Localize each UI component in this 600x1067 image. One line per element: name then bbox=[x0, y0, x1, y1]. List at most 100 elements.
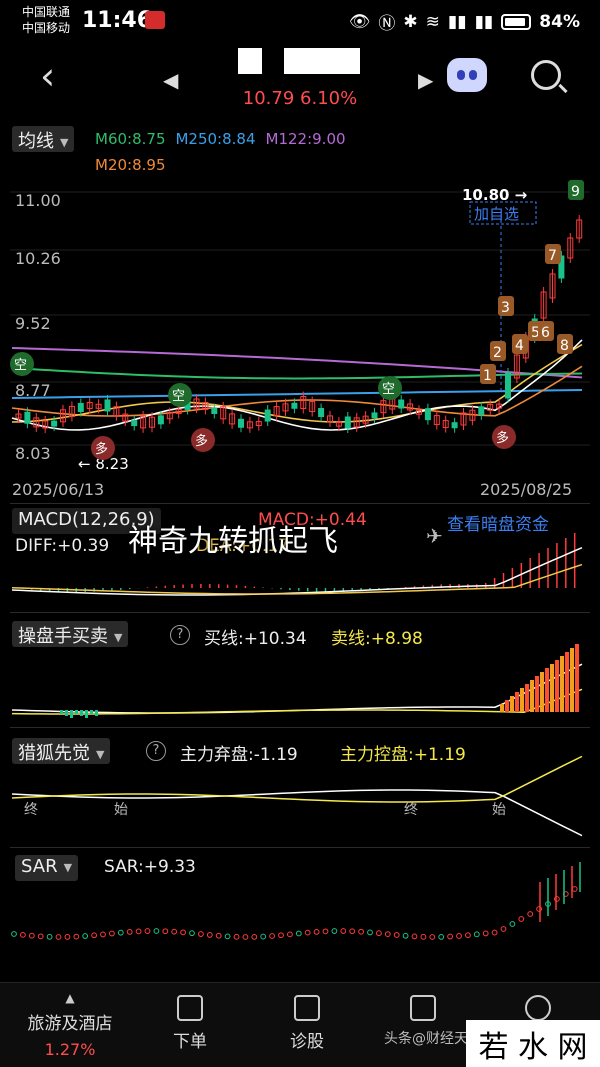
candle-body bbox=[131, 420, 138, 427]
sar-dot bbox=[135, 928, 142, 935]
sar-dot bbox=[500, 926, 507, 932]
long-tag-label: 多 bbox=[95, 441, 108, 457]
sar-dot bbox=[251, 934, 258, 940]
site-logo: 若 水 网 bbox=[466, 1020, 600, 1067]
start-tag: 始 bbox=[114, 802, 128, 818]
sar-dot bbox=[393, 932, 400, 938]
carrier-1: 中国联通 bbox=[22, 5, 71, 19]
count-label: 9 bbox=[571, 184, 580, 200]
sar-dot bbox=[126, 929, 133, 935]
battery-level: 84% bbox=[539, 11, 580, 32]
sector-button[interactable]: ▲ 旅游及酒店 1.27% bbox=[18, 991, 122, 1059]
sar-dot bbox=[438, 933, 445, 940]
fox-chart: 终终始始 bbox=[11, 755, 583, 837]
price-change: 10.79 6.10% bbox=[242, 88, 358, 109]
candle-body bbox=[77, 402, 84, 412]
sar-dot bbox=[242, 934, 249, 940]
dea-line bbox=[11, 563, 583, 595]
robot-assistant-icon[interactable] bbox=[447, 58, 487, 92]
count-label: 3 bbox=[501, 300, 510, 316]
carrier-2: 中国移动 bbox=[22, 21, 71, 35]
sar-dot bbox=[144, 928, 151, 934]
candle-body bbox=[318, 408, 325, 418]
trader-bar bbox=[95, 710, 98, 716]
diagnose-tab[interactable]: 诊股 bbox=[290, 995, 324, 1052]
sar-dot bbox=[91, 932, 97, 939]
watch-tab[interactable] bbox=[410, 995, 436, 1027]
battery-icon bbox=[501, 13, 532, 30]
trader-bar bbox=[70, 710, 73, 718]
bluetooth-icon: ✱ bbox=[403, 11, 418, 32]
chevron-down-icon: ▼ bbox=[96, 747, 105, 761]
trader-bar bbox=[525, 684, 529, 712]
sar-dot bbox=[278, 932, 284, 939]
sar-dot bbox=[171, 928, 178, 935]
candle-body bbox=[478, 406, 485, 416]
sar-dot bbox=[447, 933, 454, 940]
sar-dot bbox=[117, 929, 124, 936]
count-label: 2 bbox=[493, 345, 502, 361]
trader-bar bbox=[75, 710, 78, 714]
sar-dot bbox=[313, 929, 320, 935]
order-tab[interactable]: 下单 bbox=[173, 995, 207, 1052]
more-icon bbox=[525, 995, 551, 1021]
signal-2-icon: ▮▮ bbox=[474, 11, 494, 32]
trader-bar bbox=[555, 660, 559, 712]
sar-dot bbox=[64, 934, 71, 940]
sar-dot bbox=[331, 928, 338, 934]
sar-dot bbox=[536, 906, 542, 912]
y-tick-label: 8.03 bbox=[15, 444, 51, 463]
trader-bar bbox=[560, 656, 564, 712]
sar-dot bbox=[28, 932, 35, 939]
sar-dot bbox=[37, 933, 44, 940]
help-icon[interactable]: ? bbox=[146, 741, 166, 761]
watermark: 头条@财经天 bbox=[384, 1031, 468, 1047]
long-tag-label: 多 bbox=[496, 430, 509, 446]
trader-bar bbox=[550, 664, 554, 712]
candle-body bbox=[424, 408, 431, 421]
sar-chart bbox=[11, 862, 581, 940]
sector-name: 旅游及酒店 bbox=[27, 1014, 113, 1034]
status-bar: 中国联通 中国移动 11:46 👁 Ⓝ ✱ ≋ ▮▮ ▮▮ 84% bbox=[0, 0, 600, 42]
dark-pool-link[interactable]: 查看暗盘资金 bbox=[447, 510, 549, 535]
trader-bar bbox=[505, 700, 509, 712]
sar-dot bbox=[509, 921, 516, 927]
sar-dot bbox=[215, 932, 222, 939]
sar-dot bbox=[349, 928, 356, 935]
count-label: 4 bbox=[515, 338, 524, 354]
sar-dot bbox=[11, 931, 17, 937]
count-label: 1 bbox=[483, 368, 492, 384]
ma-values: M60:8.75 M250:8.84 M122:9.00 bbox=[95, 130, 356, 148]
price-chart[interactable]: 11.0010.269.528.778.0310.80 →加自选← 8.2312… bbox=[0, 180, 600, 500]
count-label: 7 bbox=[548, 248, 557, 264]
trader-bar bbox=[500, 704, 504, 712]
end-date: 2025/08/25 bbox=[480, 480, 573, 499]
trader-bar bbox=[80, 710, 83, 716]
ma60-line bbox=[11, 367, 583, 380]
order-tab-label: 下单 bbox=[173, 1032, 207, 1052]
sar-dot bbox=[340, 928, 347, 934]
sar-dot bbox=[358, 928, 365, 935]
eye-icon: 👁 bbox=[348, 11, 371, 32]
order-icon bbox=[177, 995, 203, 1021]
trader-chart bbox=[11, 644, 583, 718]
search-icon[interactable] bbox=[531, 60, 561, 90]
plane-icon: ✈ bbox=[426, 524, 443, 548]
divider bbox=[10, 847, 590, 848]
sar-dot bbox=[491, 929, 498, 936]
trader-bar bbox=[545, 668, 549, 712]
ma-selector[interactable]: 均线 ▼ bbox=[12, 126, 75, 152]
candle-body bbox=[157, 415, 164, 425]
sar-dot bbox=[46, 933, 53, 940]
trader-bar bbox=[540, 672, 544, 712]
ma122-value: M122:9.00 bbox=[265, 130, 346, 148]
trader-bar bbox=[60, 710, 63, 714]
control-line bbox=[11, 755, 583, 803]
sar-dot bbox=[376, 930, 382, 937]
notification-icon bbox=[145, 11, 165, 29]
macd-chart bbox=[11, 533, 583, 596]
candle-body bbox=[505, 372, 511, 399]
empty-tag-label: 空 bbox=[14, 358, 27, 373]
sar-dot bbox=[482, 930, 489, 937]
sar-dot bbox=[224, 933, 231, 940]
